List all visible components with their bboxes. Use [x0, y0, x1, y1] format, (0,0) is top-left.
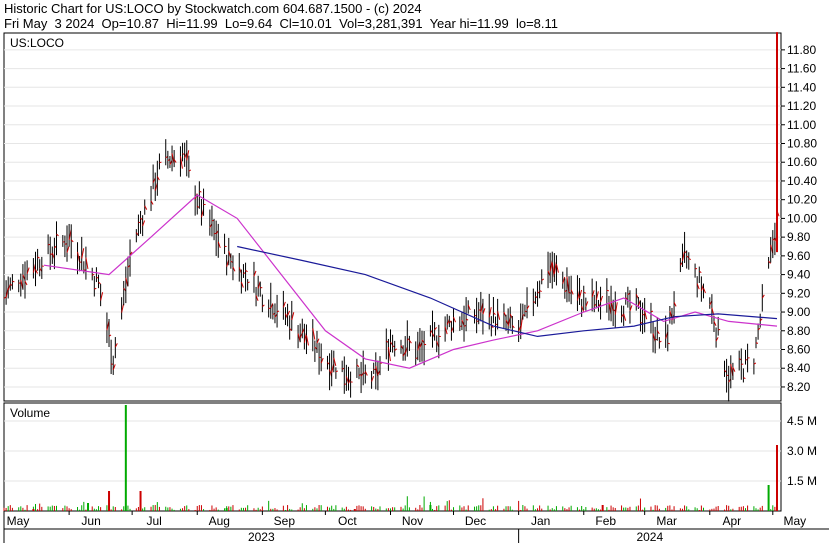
price-tick-label: 8.60 — [787, 342, 811, 356]
month-label: Feb — [595, 514, 616, 528]
month-label: Jul — [146, 514, 161, 528]
close-tick — [741, 363, 744, 365]
price-tick-label: 11.00 — [787, 118, 816, 132]
year-label: 2024 — [636, 530, 663, 543]
close-tick — [12, 280, 15, 283]
price-tick-label: 11.80 — [787, 43, 816, 57]
volume-tick-label: 1.5 M — [787, 474, 817, 488]
close-tick — [159, 161, 162, 164]
volume-panel: Volume 4.5 M 3.0 M 1.5 M — [3, 402, 817, 512]
price-tick-label: 11.60 — [787, 62, 816, 76]
month-label: Jan — [531, 514, 550, 528]
price-tick-label: 9.40 — [787, 268, 811, 282]
price-tick-label: 8.20 — [787, 380, 811, 394]
stock-chart: US:LOCO 11.80 11.60 11.40 11.20 11.00 10.80 10.… — [3, 32, 829, 543]
month-label: Mar — [656, 514, 677, 528]
price-tick-label: 10.20 — [787, 193, 817, 207]
month-label: Apr — [722, 514, 741, 528]
volume-tick-label: 3.0 M — [787, 444, 817, 458]
close-tick — [650, 310, 654, 313]
close-tick — [667, 342, 670, 345]
month-label: Jun — [81, 514, 100, 528]
price-tick-label: 11.20 — [787, 99, 816, 113]
price-tick-label: 10.60 — [787, 155, 817, 169]
price-tick-label: 9.80 — [787, 230, 811, 244]
price-tick-label: 8.40 — [787, 361, 811, 375]
close-tick — [335, 370, 339, 373]
price-tick-label: 9.60 — [787, 249, 811, 263]
price-tick-label: 10.40 — [787, 174, 817, 188]
volume-tick-label: 4.5 M — [787, 414, 817, 428]
month-label: May — [783, 514, 806, 528]
price-tick-label: 10.00 — [787, 211, 817, 225]
price-panel: US:LOCO 11.80 11.60 11.40 11.20 11.00 10.80 10.… — [3, 32, 817, 402]
month-label: May — [7, 514, 30, 528]
month-label: Oct — [338, 514, 357, 528]
month-label: Sep — [274, 514, 296, 528]
price-tick-label: 9.00 — [787, 305, 811, 319]
month-label: Dec — [465, 514, 486, 528]
price-tick-label: 8.80 — [787, 324, 811, 338]
price-tick-label: 9.20 — [787, 286, 811, 300]
month-label: Aug — [209, 514, 230, 528]
close-tick — [755, 342, 759, 344]
volume-frame — [3, 402, 782, 512]
close-tick — [94, 287, 97, 290]
price-tick-label: 10.80 — [787, 136, 817, 150]
price-tick-label: 11.40 — [787, 80, 816, 94]
month-label: Nov — [402, 514, 423, 528]
symbol-label: US:LOCO — [10, 36, 64, 50]
year-label: 2023 — [248, 530, 275, 543]
close-tick — [606, 289, 610, 292]
volume-title: Volume — [10, 406, 50, 420]
time-axis: May Jun Jul Aug Sep Oct Nov Dec Jan Feb Mar Apr May 2… — [3, 511, 829, 543]
